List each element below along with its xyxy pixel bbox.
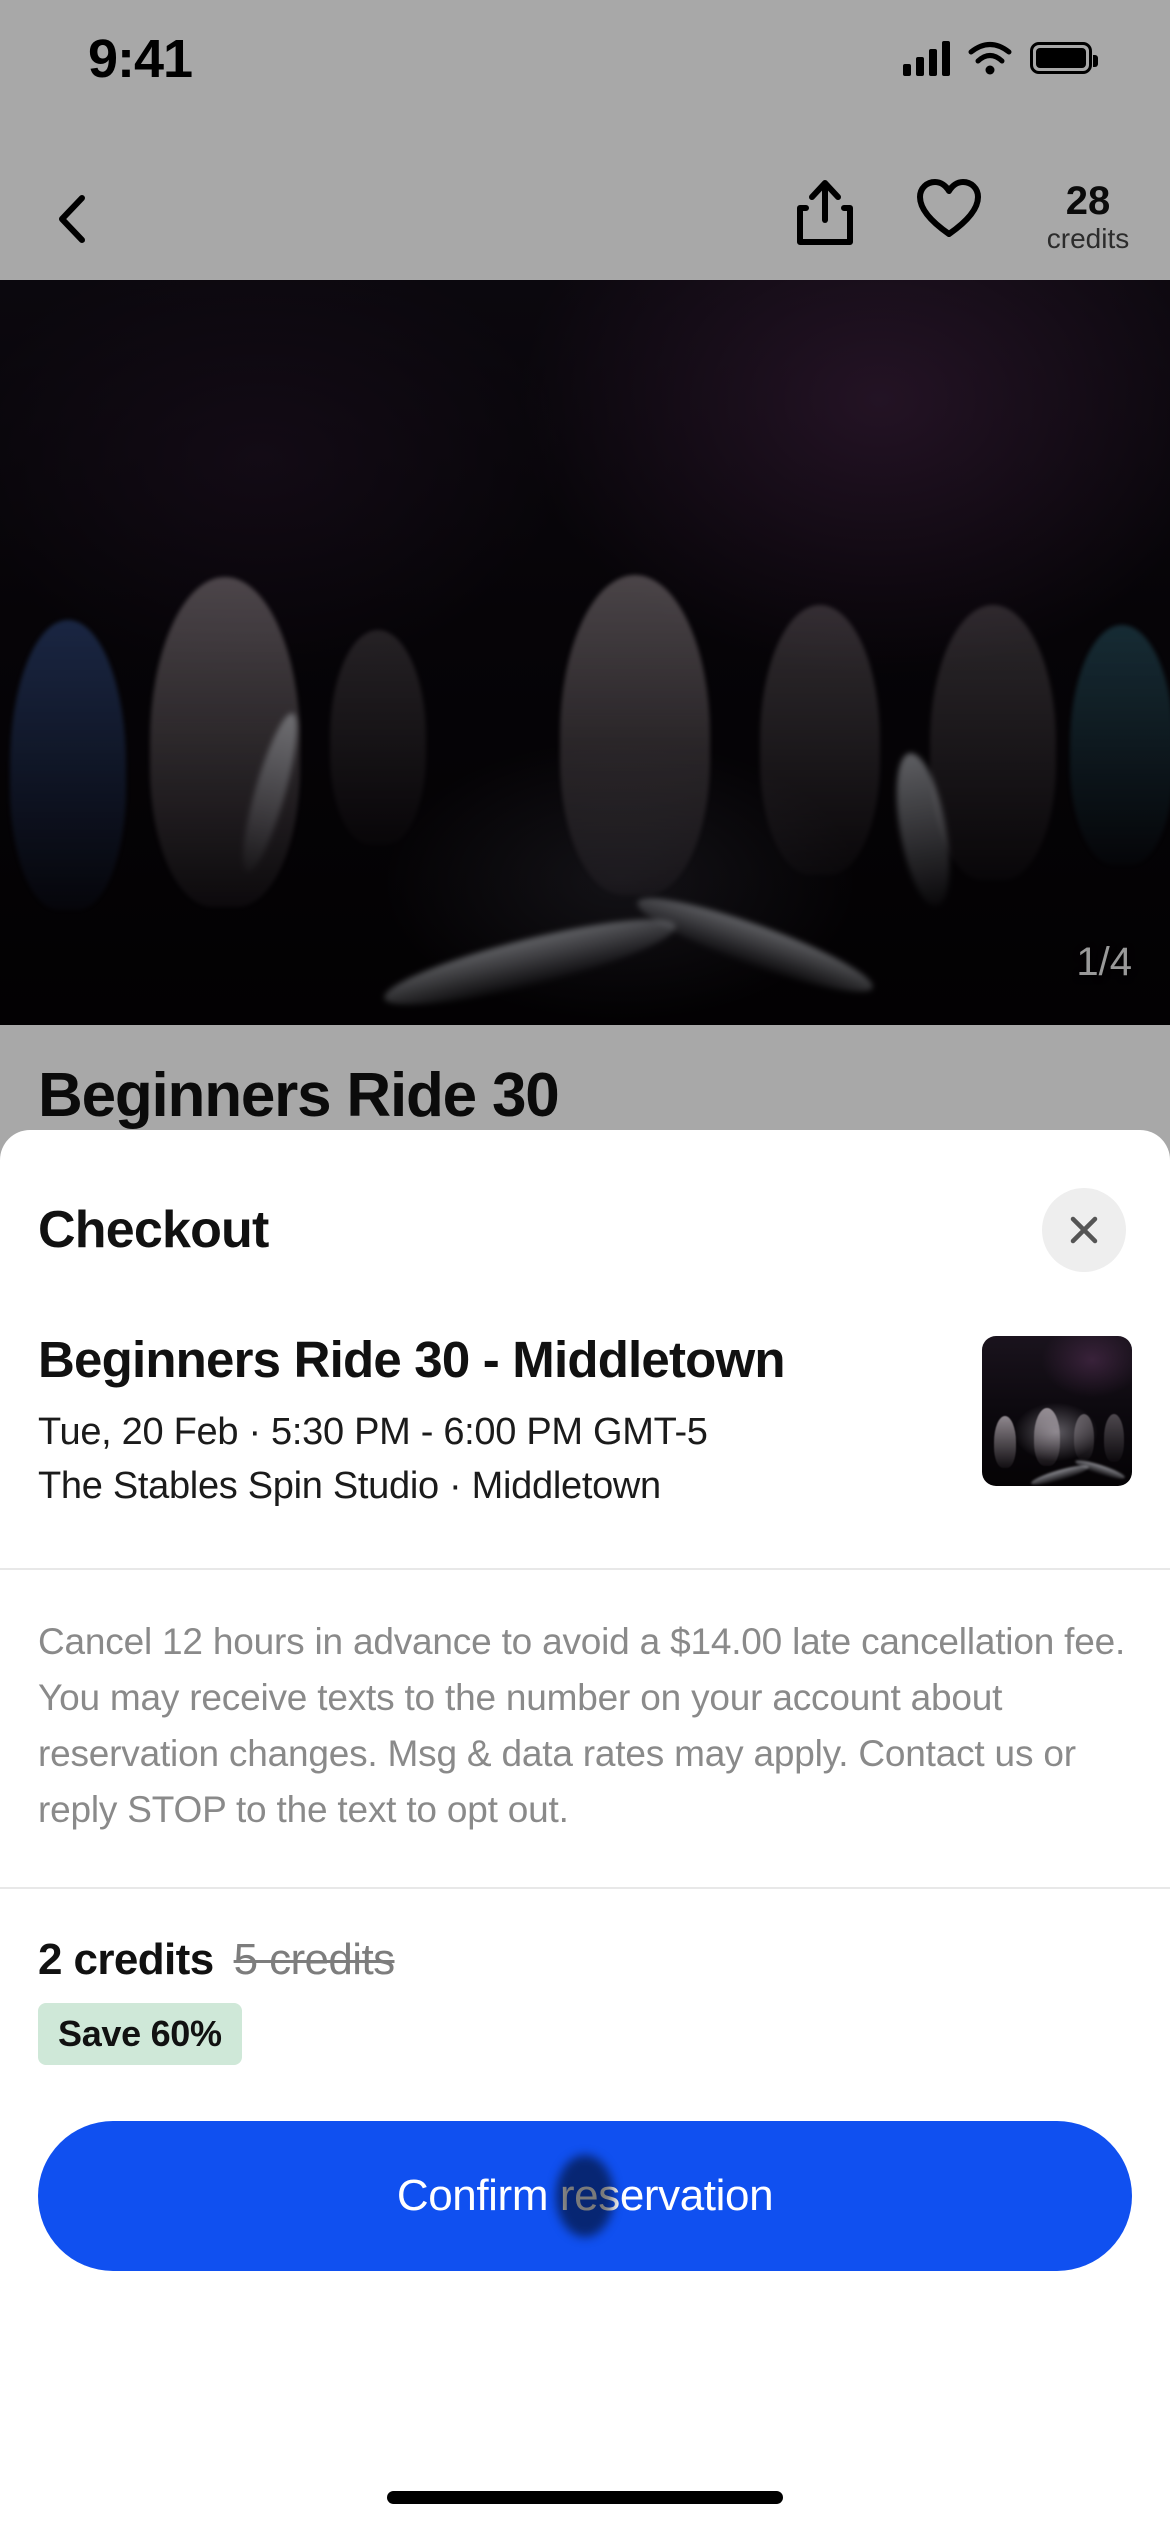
class-thumbnail-image: [982, 1336, 1132, 1486]
close-button[interactable]: [1042, 1188, 1126, 1272]
close-x-icon: [1070, 1216, 1098, 1244]
price-row: 2 credits 5 credits: [38, 1935, 1132, 1985]
class-info: Beginners Ride 30 - Middletown Tue, 20 F…: [38, 1330, 956, 1514]
class-name: Beginners Ride 30 - Middletown: [38, 1331, 786, 1388]
page-title: Checkout: [38, 1201, 269, 1259]
confirm-reservation-label: Confirm reservation: [396, 2170, 774, 2220]
pricing-section: 2 credits 5 credits Save 60%: [0, 1889, 1170, 2065]
class-summary: Beginners Ride 30 - Middletown Tue, 20 F…: [0, 1330, 1170, 1568]
current-price: 2 credits: [38, 1934, 214, 1984]
confirm-reservation-button[interactable]: Confirm reservation: [38, 2120, 1132, 2271]
cta-container: Confirm reservation: [0, 2065, 1170, 2271]
original-price: 5 credits: [233, 1934, 395, 1984]
checkout-sheet: Checkout Beginners Ride 30 - Middletown …: [0, 1130, 1170, 2532]
home-indicator: [387, 2491, 783, 2504]
class-venue: The Stables Spin Studio · Middletown: [38, 1464, 661, 1507]
cancellation-policy: Cancel 12 hours in advance to avoid a $1…: [38, 1620, 1126, 1831]
phone-screen: 9:41 28 credits 1/4 Beginners Ride 30 Ch…: [0, 0, 1170, 2532]
status-badge: Save 60%: [38, 2002, 242, 2065]
sheet-header: Checkout: [0, 1130, 1170, 1330]
class-datetime: Tue, 20 Feb · 5:30 PM - 6:00 PM GMT-5: [38, 1410, 708, 1453]
